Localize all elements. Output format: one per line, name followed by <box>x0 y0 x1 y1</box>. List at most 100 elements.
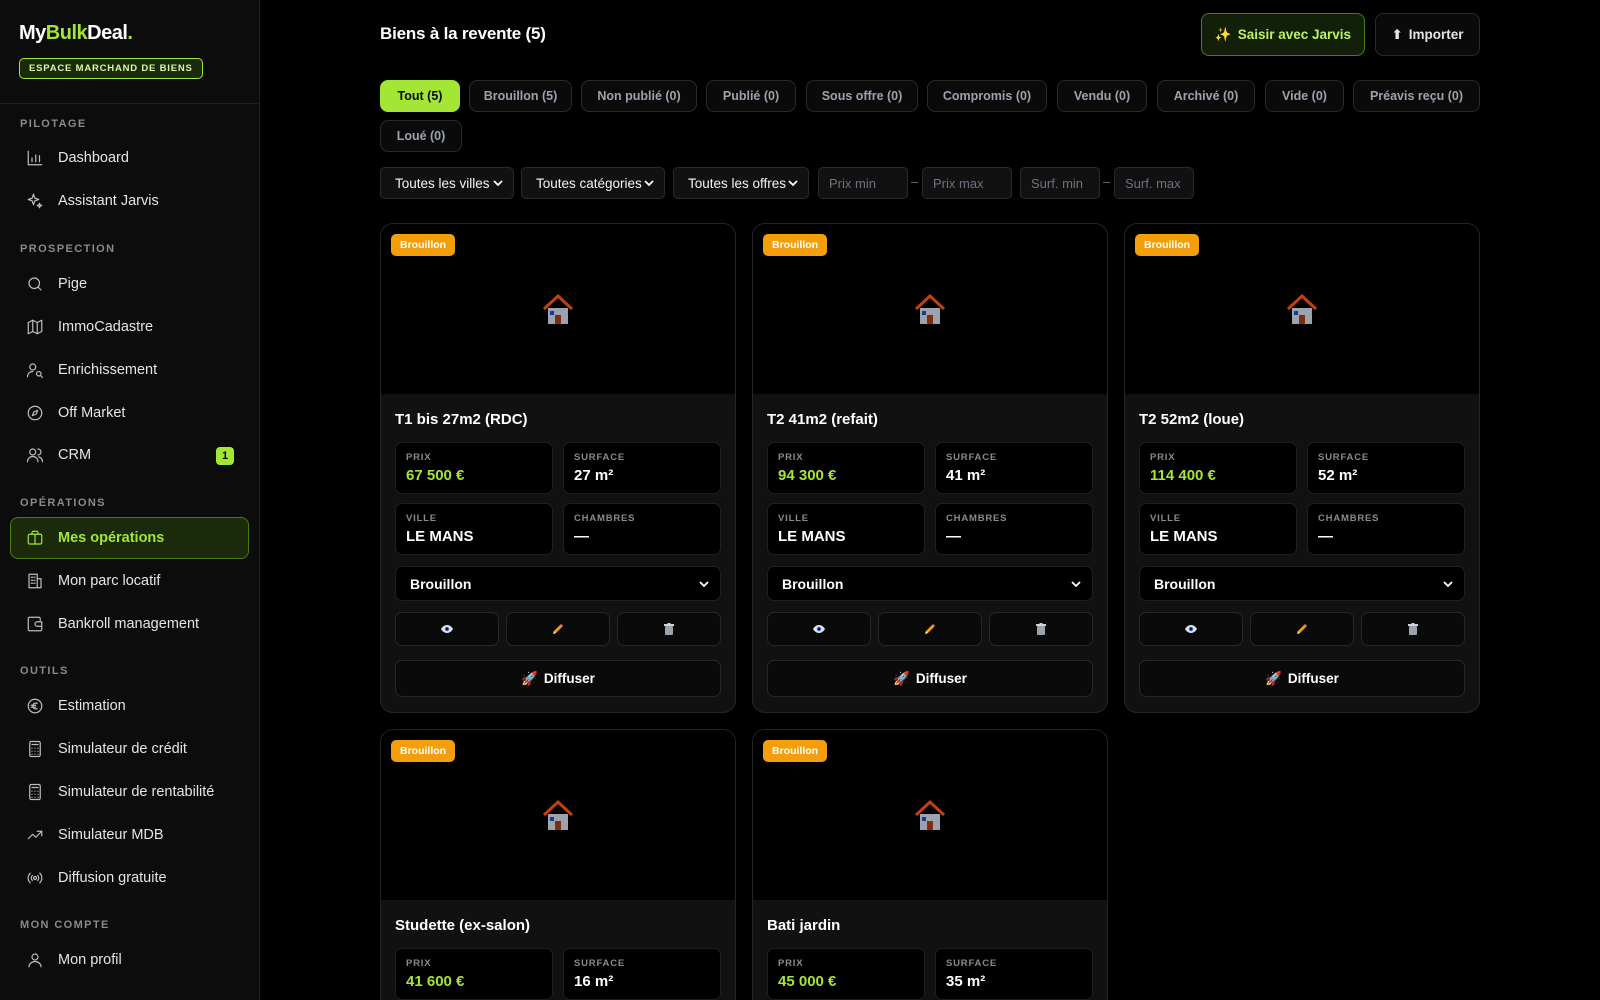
sidebar-item-diffusion-gratuite[interactable]: Diffusion gratuite <box>10 857 249 899</box>
sidebar-item-label: CRM <box>58 447 92 463</box>
stat-label: PRIX <box>778 958 804 969</box>
view-button[interactable] <box>767 612 871 646</box>
edit-button[interactable] <box>1250 612 1354 646</box>
import-button[interactable]: ⬆ Importer <box>1375 13 1480 56</box>
city-stat: VILLE LE MANS <box>767 503 925 555</box>
tab-vendu[interactable]: Vendu (0) <box>1057 80 1147 112</box>
tab-loue[interactable]: Loué (0) <box>380 120 462 152</box>
city-stat: VILLE LE MANS <box>395 503 553 555</box>
status-badge: Brouillon <box>391 234 456 256</box>
house-icon <box>542 799 574 830</box>
price-stat: PRIX 41 600 € <box>395 948 553 1000</box>
stat-label: PRIX <box>406 958 432 969</box>
status-select[interactable]: Brouillon <box>395 566 721 601</box>
sidebar-item-bankroll-management[interactable]: Bankroll management <box>10 603 249 645</box>
user-icon <box>26 951 44 969</box>
sidebar-item-mon-parc-locatif[interactable]: Mon parc locatif <box>10 560 249 602</box>
tab-preavis-recu[interactable]: Préavis reçu (0) <box>1353 80 1480 112</box>
delete-button[interactable] <box>1361 612 1465 646</box>
diffuse-button[interactable]: 🚀 Diffuser <box>767 660 1093 697</box>
property-card[interactable]: Brouillon T2 41m2 (refait) PRIX 94 300 € … <box>752 223 1108 713</box>
sidebar-item-crm[interactable]: CRM 1 <box>10 434 249 476</box>
property-card[interactable]: Brouillon T2 52m2 (loue) PRIX 114 400 € S… <box>1124 223 1480 713</box>
house-icon <box>914 799 946 830</box>
tab-non-publie[interactable]: Non publié (0) <box>581 80 697 112</box>
sidebar-item-assistant-jarvis[interactable]: Assistant Jarvis <box>10 180 249 222</box>
sidebar-item-mes-operations[interactable]: Mes opérations <box>10 517 249 559</box>
sidebar-item-simulateur-de-credit[interactable]: Simulateur de crédit <box>10 728 249 770</box>
surface-range-separator: – <box>1103 174 1111 189</box>
surface-min-input[interactable] <box>1020 167 1100 199</box>
surface-max-input[interactable] <box>1114 167 1194 199</box>
tab-sous-offre[interactable]: Sous offre (0) <box>806 80 918 112</box>
calculator-icon <box>26 740 44 758</box>
category-filter-select[interactable]: Toutes catégories <box>521 167 665 199</box>
property-card[interactable]: Brouillon T1 bis 27m2 (RDC) PRIX 67 500 €… <box>380 223 736 713</box>
price-max-input[interactable] <box>922 167 1012 199</box>
price-stat: PRIX 94 300 € <box>767 442 925 494</box>
surface-stat: SURFACE 35 m² <box>935 948 1093 1000</box>
sidebar-item-immocadastre[interactable]: ImmoCadastre <box>10 306 249 348</box>
city-filter-select[interactable]: Toutes les villes <box>380 167 514 199</box>
view-button[interactable] <box>395 612 499 646</box>
tab-compromis[interactable]: Compromis (0) <box>927 80 1047 112</box>
stat-label: CHAMBRES <box>1318 513 1380 524</box>
status-select-value: Brouillon <box>782 575 844 592</box>
sidebar-item-enrichissement[interactable]: Enrichissement <box>10 349 249 391</box>
city-value: LE MANS <box>778 528 846 545</box>
sidebar-item-pige[interactable]: Pige <box>10 263 249 305</box>
edit-button[interactable] <box>878 612 982 646</box>
diffuse-button[interactable]: 🚀 Diffuser <box>395 660 721 697</box>
stat-label: CHAMBRES <box>574 513 636 524</box>
tab-tout[interactable]: Tout (5) <box>380 80 460 112</box>
eye-icon <box>1185 625 1197 633</box>
view-button[interactable] <box>1139 612 1243 646</box>
sidebar-item-estimation[interactable]: Estimation <box>10 685 249 727</box>
offer-filter-select[interactable]: Toutes les offres <box>673 167 809 199</box>
chevron-down-icon <box>699 581 709 588</box>
sidebar-item-mon-profil[interactable]: Mon profil <box>10 939 249 981</box>
property-photo: Brouillon <box>1125 224 1479 394</box>
import-label: Importer <box>1408 27 1464 42</box>
calculator-icon <box>26 783 44 801</box>
property-title: Bati jardin <box>767 917 841 934</box>
chevron-down-icon <box>493 180 503 187</box>
sidebar-item-off-market[interactable]: Off Market <box>10 392 249 434</box>
sidebar-item-label: Mes opérations <box>58 530 165 546</box>
surface-stat: SURFACE 52 m² <box>1307 442 1465 494</box>
rooms-stat: CHAMBRES — <box>935 503 1093 555</box>
logo-part: Deal <box>87 22 128 44</box>
property-photo: Brouillon <box>753 730 1107 900</box>
status-select[interactable]: Brouillon <box>1139 566 1465 601</box>
property-title: T1 bis 27m2 (RDC) <box>395 411 528 428</box>
price-min-input[interactable] <box>818 167 908 199</box>
trending-up-icon <box>26 826 44 844</box>
map-icon <box>26 318 44 336</box>
logo[interactable]: MyBulkDeal. <box>19 22 240 45</box>
property-card[interactable]: Brouillon Studette (ex-salon) PRIX 41 600… <box>380 729 736 1000</box>
delete-button[interactable] <box>989 612 1093 646</box>
stat-label: SURFACE <box>574 958 625 969</box>
stat-label: VILLE <box>778 513 809 524</box>
rocket-icon: 🚀 <box>893 670 910 686</box>
briefcase-icon <box>26 529 44 547</box>
rooms-value: — <box>946 528 961 545</box>
property-card[interactable]: Brouillon Bati jardin PRIX 45 000 € SURFA… <box>752 729 1108 1000</box>
chevron-down-icon <box>788 180 798 187</box>
diffuse-button[interactable]: 🚀 Diffuser <box>1139 660 1465 697</box>
property-title: T2 52m2 (loue) <box>1139 411 1245 428</box>
status-select[interactable]: Brouillon <box>767 566 1093 601</box>
sparkles-icon: ✨ <box>1214 26 1232 42</box>
tab-vide[interactable]: Vide (0) <box>1265 80 1344 112</box>
tab-archive[interactable]: Archivé (0) <box>1157 80 1255 112</box>
delete-button[interactable] <box>617 612 721 646</box>
sidebar-item-dashboard[interactable]: Dashboard <box>10 137 249 179</box>
sidebar-item-label: Diffusion gratuite <box>58 870 167 886</box>
edit-button[interactable] <box>506 612 610 646</box>
users-icon <box>26 446 44 464</box>
saisir-avec-jarvis-button[interactable]: ✨ Saisir avec Jarvis <box>1201 13 1365 56</box>
sidebar-item-simulateur-de-rentabilite[interactable]: Simulateur de rentabilité <box>10 771 249 813</box>
tab-publie[interactable]: Publié (0) <box>706 80 796 112</box>
sidebar-item-simulateur-mdb[interactable]: Simulateur MDB <box>10 814 249 856</box>
tab-brouillon[interactable]: Brouillon (5) <box>469 80 572 112</box>
